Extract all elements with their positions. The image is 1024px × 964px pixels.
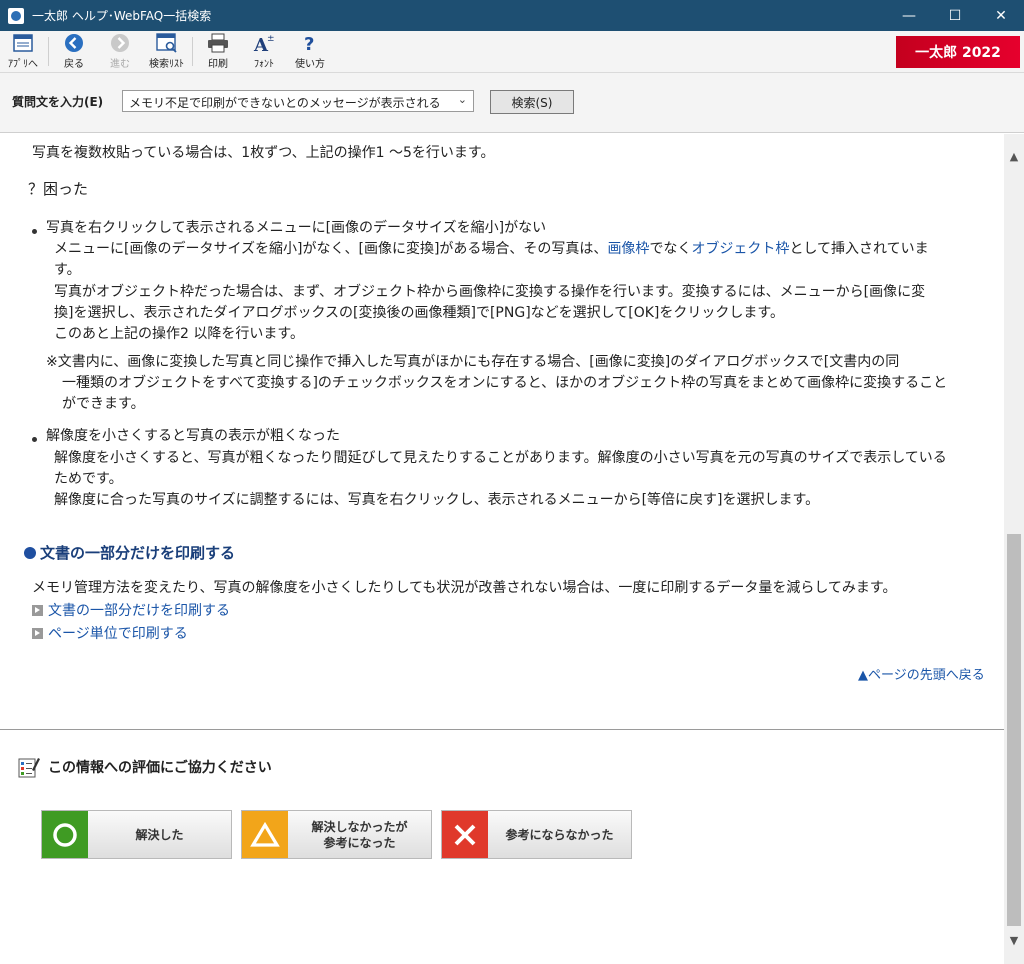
title-bar: 一太郎 ヘルプ･WebFAQ一括検索 — ☐ ✕ <box>0 0 1024 31</box>
help-content: 写真を複数枚貼っている場合は、1枚ずつ、上記の操作1 ～5を行います。 ？困った… <box>0 134 1004 964</box>
link-partial-print[interactable]: 文書の一部分だけを印刷する <box>32 601 230 622</box>
intro-text: 写真を複数枚貼っている場合は、1枚ずつ、上記の操作1 ～5を行います。 <box>32 145 495 161</box>
font-button[interactable]: A ± ﾌｫﾝﾄ <box>241 31 287 72</box>
link-page-print[interactable]: ページ単位で印刷する <box>32 624 188 645</box>
note-line1: ※文書内に、画像に変換した写真と同じ操作で挿入した写真がほかにも存在する場合、[… <box>46 354 900 370</box>
partially-helpful-label: 解決しなかったが 参考になった <box>288 811 431 858</box>
toolbar: ｱﾌﾟﾘへ 戻る 進む 検索ﾘｽﾄ 印刷 A ± ﾌｫﾝﾄ ? 使い方 一太郎 … <box>0 31 1024 73</box>
usage-button[interactable]: ? 使い方 <box>287 31 333 72</box>
image-frame-link[interactable]: 画像枠 <box>607 241 649 257</box>
item1-line4: 換]を選択し、表示されたダイアログボックスの[変換後の画像種類]で[PNG]など… <box>54 305 784 321</box>
arrow-right-icon <box>32 628 43 639</box>
triangle-icon <box>242 811 288 858</box>
item2-line3: 解像度に合った写真のサイズに調整するには、写真を右クリックし、表示されるメニュー… <box>54 492 820 508</box>
item1-line1: メニューに[画像のデータサイズを縮小]がなく、[画像に変換]がある場合、その写真… <box>54 239 929 260</box>
item2-title: 解像度を小さくすると写真の表示が粗くなった <box>46 428 340 444</box>
forward-label: 進む <box>110 59 130 70</box>
partially-helpful-button[interactable]: 解決しなかったが 参考になった <box>241 810 432 859</box>
partially-helpful-line1: 解決しなかったが <box>311 819 408 834</box>
not-helpful-button[interactable]: 参考にならなかった <box>441 810 632 859</box>
section-title-text: 文書の一部分だけを印刷する <box>40 544 236 562</box>
back-to-top-link[interactable]: ▲ページの先頭へ戻る <box>858 665 985 686</box>
search-list-label: 検索ﾘｽﾄ <box>149 59 184 70</box>
note-line3: ができます。 <box>62 396 145 412</box>
item1-text-c: として挿入されていま <box>789 241 929 257</box>
forward-arrow-icon <box>109 33 131 53</box>
rating-title: この情報への評価にご協力ください <box>18 756 272 778</box>
divider <box>0 729 1004 730</box>
svg-text:±: ± <box>267 34 275 44</box>
circle-icon <box>42 811 88 858</box>
search-list-icon <box>155 33 178 53</box>
help-question-icon: ? <box>299 33 321 53</box>
apps-label: ｱﾌﾟﾘへ <box>8 59 38 70</box>
note-line2: 一種類のオブジェクトをすべて変換する]のチェックボックスをオンにすると、ほかのオ… <box>62 375 948 391</box>
apps-button[interactable]: ｱﾌﾟﾘへ <box>0 31 46 72</box>
item2-line2: ためです。 <box>54 471 123 487</box>
bullet <box>32 229 37 234</box>
maximize-button[interactable]: ☐ <box>932 0 978 31</box>
item1-text-b: でなく <box>649 241 692 257</box>
usage-label: 使い方 <box>295 59 325 70</box>
partially-helpful-line2: 参考になった <box>323 835 396 850</box>
print-button[interactable]: 印刷 <box>195 31 241 72</box>
item1-line2: す。 <box>54 262 81 278</box>
window-icon <box>12 33 34 53</box>
section-description: メモリ管理方法を変えたり、写真の解像度を小さくしたりしても状況が改善されない場合… <box>32 580 897 596</box>
resolved-button[interactable]: 解決した <box>41 810 232 859</box>
bullet <box>32 437 37 442</box>
object-frame-link[interactable]: オブジェクト枠 <box>691 241 789 257</box>
search-button[interactable]: 検索(S) <box>490 90 574 114</box>
scroll-thumb[interactable] <box>1007 534 1021 926</box>
question-input[interactable]: メモリ不足で印刷ができないとのメッセージが表示される ⌄ <box>122 90 474 112</box>
back-button[interactable]: 戻る <box>51 31 97 72</box>
search-label: 質問文を入力(E) <box>12 95 104 109</box>
back-label: 戻る <box>64 59 84 70</box>
scroll-up-icon[interactable]: ▲ <box>1004 146 1024 166</box>
minimize-button[interactable]: — <box>886 0 932 31</box>
printer-icon <box>207 33 229 53</box>
link-page-print-text[interactable]: ページ単位で印刷する <box>48 626 188 642</box>
link-partial-print-text[interactable]: 文書の一部分だけを印刷する <box>48 603 230 619</box>
survey-icon <box>18 756 40 778</box>
toolbar-separator <box>48 37 49 66</box>
arrow-right-icon <box>32 605 43 616</box>
trouble-heading: ？困った <box>28 180 89 198</box>
resolved-label: 解決した <box>135 827 184 842</box>
not-helpful-label: 参考にならなかった <box>505 827 614 842</box>
question-value: メモリ不足で印刷ができないとのメッセージが表示される <box>129 96 441 110</box>
section-title: 文書の一部分だけを印刷する <box>24 542 235 563</box>
print-label: 印刷 <box>208 59 228 70</box>
chevron-down-icon[interactable]: ⌄ <box>458 93 467 106</box>
font-size-icon: A ± <box>253 33 275 53</box>
section-bullet-icon <box>24 546 36 559</box>
window-controls: — ☐ ✕ <box>886 0 1024 31</box>
toolbar-separator <box>192 37 193 66</box>
search-list-button[interactable]: 検索ﾘｽﾄ <box>143 31 190 72</box>
item1-title: 写真を右クリックして表示されるメニューに[画像のデータサイズを縮小]がない <box>46 220 547 236</box>
rating-title-text: この情報への評価にご協力ください <box>48 760 272 776</box>
close-button[interactable]: ✕ <box>978 0 1024 31</box>
app-icon <box>8 7 24 24</box>
search-bar: 質問文を入力(E) メモリ不足で印刷ができないとのメッセージが表示される ⌄ 検… <box>0 73 1024 133</box>
item1-text-a: メニューに[画像のデータサイズを縮小]がなく、[画像に変換]がある場合、その写真… <box>54 241 608 257</box>
item2-line1: 解像度を小さくすると、写真が粗くなったり間延びして見えたりすることがあります。解… <box>54 450 947 466</box>
back-arrow-icon <box>63 33 85 53</box>
svg-text:?: ? <box>304 34 314 53</box>
cross-icon <box>442 811 488 858</box>
vertical-scrollbar[interactable]: ▲ ▼ <box>1004 134 1024 964</box>
window-title: 一太郎 ヘルプ･WebFAQ一括検索 <box>32 9 212 23</box>
scroll-down-icon[interactable]: ▼ <box>1004 930 1024 950</box>
forward-button[interactable]: 進む <box>97 31 143 72</box>
font-label: ﾌｫﾝﾄ <box>254 59 274 70</box>
item1-line3: 写真がオブジェクト枠だった場合は、まず、オブジェクト枠から画像枠に変換する操作を… <box>54 284 926 300</box>
item1-line5: このあと上記の操作2 以降を行います。 <box>54 326 304 342</box>
brand-logo: 一太郎 2022 <box>896 36 1020 68</box>
